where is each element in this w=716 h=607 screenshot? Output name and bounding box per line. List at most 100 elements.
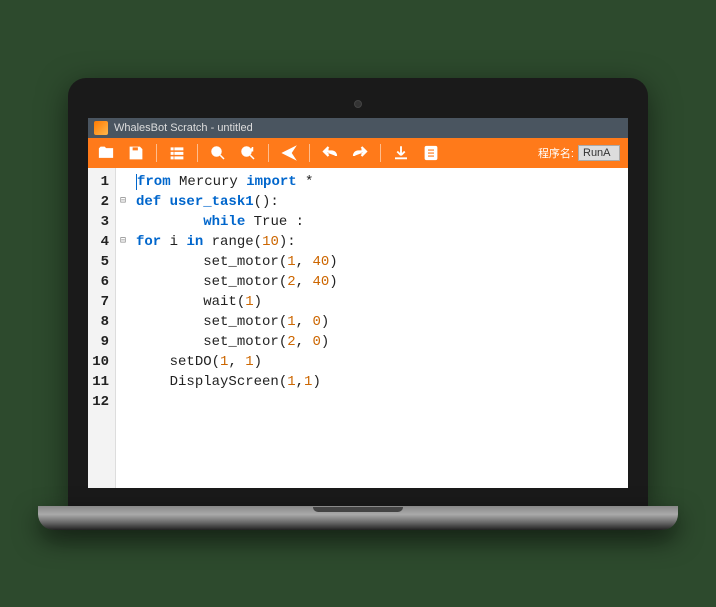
code-editor[interactable]: 123456789101112 ⊟⊟ from Mercury import *… [88,168,628,488]
toolbar: 程序名: [88,138,628,168]
open-icon[interactable] [96,143,116,163]
fold-toggle-icon [116,352,130,372]
camera-icon [354,100,362,108]
fold-toggle-icon [116,332,130,352]
code-token: wait( [203,294,245,310]
code-token: while [203,214,245,230]
code-token: ) [254,294,262,310]
code-token: 40 [312,274,329,290]
code-token: 1 [287,374,295,390]
save-icon[interactable] [126,143,146,163]
fold-toggle-icon [116,272,130,292]
code-token: 10 [262,234,279,250]
fold-toggle-icon [116,392,130,412]
code-token: , [296,254,313,270]
separator [380,144,381,162]
code-token: , [296,334,313,350]
code-token: in [186,234,203,250]
undo-icon[interactable] [320,143,340,163]
code-line[interactable]: wait(1) [136,292,622,312]
app-window: WhalesBot Scratch - untitled 程序 [88,118,628,488]
checklist-icon[interactable] [421,143,441,163]
code-line[interactable]: from Mercury import * [136,172,622,192]
line-number: 4 [92,232,109,252]
code-token: ): [279,234,296,250]
program-name-input[interactable] [578,145,620,161]
code-token: 0 [312,314,320,330]
code-token: , [296,374,304,390]
code-line[interactable]: set_motor(2, 40) [136,272,622,292]
code-token: set_motor( [203,254,287,270]
fold-toggle-icon[interactable]: ⊟ [116,232,130,252]
line-number: 7 [92,292,109,312]
line-number: 8 [92,312,109,332]
line-number: 5 [92,252,109,272]
code-token: , [296,274,313,290]
code-line[interactable]: DisplayScreen(1,1) [136,372,622,392]
code-token: set_motor( [203,274,287,290]
code-token: ) [312,374,320,390]
line-number: 11 [92,372,109,392]
find-icon[interactable] [208,143,228,163]
line-number: 2 [92,192,109,212]
line-number: 3 [92,212,109,232]
code-token: user_task1 [170,194,254,210]
fold-toggle-icon [116,312,130,332]
code-token: , [296,314,313,330]
code-token: True : [245,214,304,230]
code-line[interactable] [136,392,622,412]
line-gutter: 123456789101112 [88,168,116,488]
redo-icon[interactable] [350,143,370,163]
code-token: ) [329,274,337,290]
code-line[interactable]: set_motor(1, 40) [136,252,622,272]
code-token: 1 [245,294,253,310]
code-token: 40 [312,254,329,270]
code-line[interactable]: def user_task1(): [136,192,622,212]
line-number: 6 [92,272,109,292]
code-token: , [228,354,245,370]
code-line[interactable]: setDO(1, 1) [136,352,622,372]
code-area[interactable]: from Mercury import *def user_task1(): w… [130,168,628,488]
separator [309,144,310,162]
separator [156,144,157,162]
line-number: 1 [92,172,109,192]
fold-toggle-icon [116,212,130,232]
code-token: (): [254,194,279,210]
separator [197,144,198,162]
list-icon[interactable] [167,143,187,163]
line-number: 12 [92,392,109,412]
program-name-label: 程序名: [538,145,574,161]
fold-toggle-icon [116,172,130,192]
send-icon[interactable] [279,143,299,163]
app-icon [94,121,108,135]
code-token: DisplayScreen( [170,374,288,390]
code-token: 2 [287,274,295,290]
code-token: ) [321,334,329,350]
code-token: ) [329,254,337,270]
code-token: 1 [287,254,295,270]
fold-toggle-icon [116,292,130,312]
code-token: ) [254,354,262,370]
code-token: 0 [312,334,320,350]
code-token: 2 [287,334,295,350]
code-token: def [136,194,170,210]
code-token: setDO( [170,354,220,370]
code-line[interactable]: set_motor(1, 0) [136,312,622,332]
fold-toggle-icon[interactable]: ⊟ [116,192,130,212]
code-token: for [136,234,161,250]
code-token: set_motor( [203,334,287,350]
line-number: 9 [92,332,109,352]
replace-icon[interactable] [238,143,258,163]
code-line[interactable]: while True : [136,212,622,232]
code-line[interactable]: set_motor(2, 0) [136,332,622,352]
code-token: set_motor( [203,314,287,330]
code-token: 1 [245,354,253,370]
separator [268,144,269,162]
code-line[interactable]: for i in range(10): [136,232,622,252]
code-token: from [137,174,171,190]
code-token: * [297,174,314,190]
laptop-mock: WhalesBot Scratch - untitled 程序 [68,78,648,530]
window-title: WhalesBot Scratch - untitled [114,122,253,134]
screen-frame: WhalesBot Scratch - untitled 程序 [68,78,648,506]
download-icon[interactable] [391,143,411,163]
